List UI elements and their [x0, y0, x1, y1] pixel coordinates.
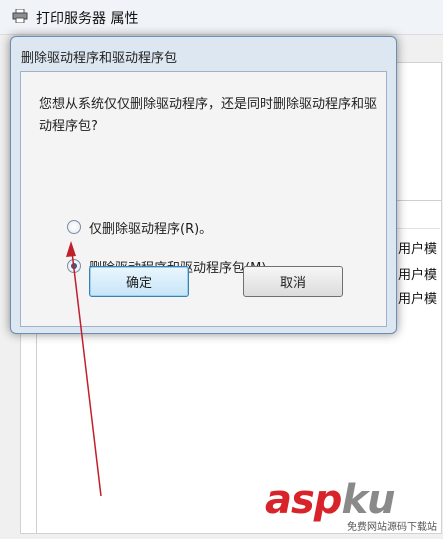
option-remove-driver-only[interactable]: 仅删除驱动程序(R)。 [67, 217, 212, 237]
window-title: 打印服务器 属性 [36, 11, 139, 27]
dialog-title: 删除驱动程序和驱动程序包 [21, 51, 178, 66]
aspku-watermark: aspku 免费网站源码下载站 [265, 477, 437, 535]
delete-driver-dialog: 删除驱动程序和驱动程序包 您想从系统仅仅删除驱动程序，还是同时删除驱动程序和驱动… [10, 36, 397, 334]
radio-unchecked-icon[interactable] [67, 220, 81, 234]
printer-icon [12, 9, 28, 23]
watermark-logo: aspku [265, 477, 396, 523]
dialog-question: 您想从系统仅仅删除驱动程序，还是同时删除驱动程序和驱动程序包? [39, 97, 378, 134]
window-titlebar: 打印服务器 属性 [0, 0, 443, 35]
list-cell-mode: 用户模 [398, 242, 438, 257]
dialog-body: 您想从系统仅仅删除驱动程序，还是同时删除驱动程序和驱动程序包? 仅删除驱动程序(… [20, 71, 387, 327]
ok-button[interactable]: 确定 [89, 266, 189, 297]
list-cell-mode: 用户模 [398, 292, 438, 307]
list-cell-mode: 用户模 [398, 268, 438, 283]
watermark-subtitle: 免费网站源码下载站 [347, 522, 437, 533]
cancel-button[interactable]: 取消 [243, 266, 343, 297]
radio-checked-icon[interactable] [67, 259, 81, 273]
option-label: 仅删除驱动程序(R)。 [89, 221, 213, 237]
